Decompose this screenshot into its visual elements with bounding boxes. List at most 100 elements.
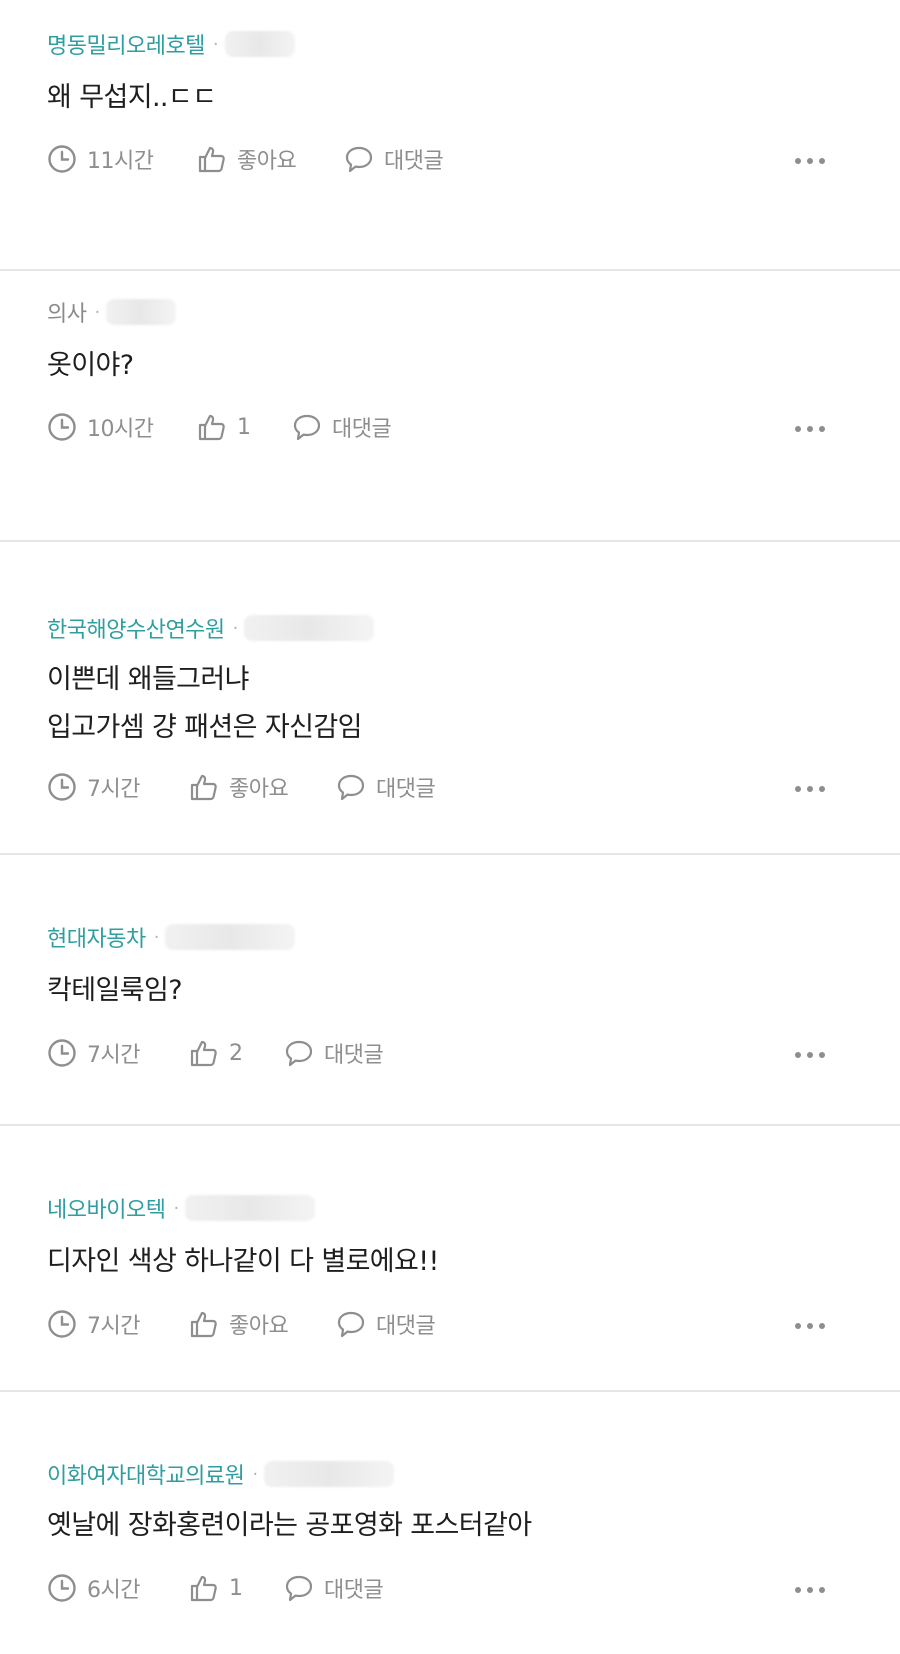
thumbs-up-icon — [198, 146, 225, 173]
speech-bubble-icon — [293, 414, 321, 441]
author-name[interactable]: 현대자동차 — [47, 921, 146, 953]
author-row: 네오바이오텍 · — [47, 1190, 316, 1226]
clock-icon — [48, 1310, 76, 1338]
clock-icon — [48, 145, 76, 173]
timestamp: 10시간 — [47, 411, 197, 443]
author-row: 이화여자대학교의료원 · — [47, 1456, 395, 1492]
more-dots-icon[interactable] — [795, 141, 825, 181]
author-row: 의사 · — [47, 294, 177, 330]
comment-item: 현대자동차 · 칵테일룩임? 7시간 2 대댓글 — [0, 855, 900, 1126]
comment-text: 칵테일룩임? — [47, 975, 183, 1006]
reply-button[interactable]: 대댓글 — [292, 411, 392, 443]
separator-dot: · — [212, 33, 219, 55]
reply-label: 대댓글 — [376, 777, 436, 802]
author-name[interactable]: 이화여자대학교의료원 — [47, 1458, 245, 1490]
separator-dot: · — [94, 301, 101, 323]
timestamp-label: 6시간 — [87, 1578, 140, 1603]
speech-bubble-icon — [285, 1575, 313, 1602]
reply-label: 대댓글 — [324, 1043, 384, 1068]
comment-actions: 6시간 1 대댓글 — [47, 1568, 384, 1608]
like-label: 좋아요 — [229, 1314, 289, 1339]
thumbs-up-icon — [198, 414, 225, 441]
author-name[interactable]: 한국해양수산연수원 — [47, 612, 225, 644]
timestamp-label: 7시간 — [87, 1314, 140, 1339]
timestamp: 6시간 — [47, 1572, 189, 1604]
like-button[interactable]: 2 — [189, 1038, 284, 1068]
more-dots-icon[interactable] — [795, 1570, 825, 1610]
speech-bubble-icon — [285, 1040, 313, 1067]
timestamp: 7시간 — [47, 1037, 189, 1069]
author-row: 한국해양수산연수원 · — [47, 610, 375, 646]
timestamp: 11시간 — [47, 143, 197, 175]
timestamp: 7시간 — [47, 1308, 189, 1340]
separator-dot: · — [252, 1463, 259, 1485]
thumbs-up-icon — [190, 1311, 217, 1338]
comment-feed: 명동밀리오레호텔 · 왜 무섭지..ㄷㄷ 11시간 좋아요 대댓글 의사 · 옷… — [0, 0, 900, 1654]
timestamp-label: 10시간 — [87, 417, 154, 442]
like-button[interactable]: 좋아요 — [189, 771, 336, 803]
more-dots-icon[interactable] — [795, 769, 825, 809]
thumbs-up-icon — [190, 774, 217, 801]
reply-button[interactable]: 대댓글 — [284, 1037, 384, 1069]
more-dots-icon[interactable] — [795, 1035, 825, 1075]
reply-label: 대댓글 — [332, 417, 392, 442]
thumbs-up-icon — [190, 1575, 217, 1602]
speech-bubble-icon — [337, 774, 365, 801]
comment-text: 디자인 색상 하나같이 다 별로에요!! — [47, 1246, 439, 1277]
reply-label: 대댓글 — [376, 1314, 436, 1339]
comment-text: 왜 무섭지..ㄷㄷ — [47, 82, 217, 113]
clock-icon — [48, 1574, 76, 1602]
like-label: 좋아요 — [229, 777, 289, 802]
reply-button[interactable]: 대댓글 — [284, 1572, 384, 1604]
blurred-nickname — [165, 924, 296, 950]
timestamp-label: 11시간 — [87, 149, 154, 174]
reply-button[interactable]: 대댓글 — [336, 1308, 436, 1340]
author-name[interactable]: 네오바이오텍 — [47, 1192, 166, 1224]
author-name[interactable]: 명동밀리오레호텔 — [47, 28, 205, 60]
like-button[interactable]: 좋아요 — [197, 143, 344, 175]
reply-button[interactable]: 대댓글 — [344, 143, 444, 175]
author-name[interactable]: 의사 — [47, 296, 87, 328]
thumbs-up-icon — [190, 1040, 217, 1067]
blurred-nickname — [264, 1461, 395, 1487]
comment-actions: 7시간 2 대댓글 — [47, 1033, 384, 1073]
speech-bubble-icon — [337, 1311, 365, 1338]
clock-icon — [48, 413, 76, 441]
blurred-nickname — [185, 1195, 316, 1221]
like-button[interactable]: 1 — [189, 1573, 284, 1603]
comment-actions: 7시간 좋아요 대댓글 — [47, 767, 436, 807]
comment-item: 명동밀리오레호텔 · 왜 무섭지..ㄷㄷ 11시간 좋아요 대댓글 — [0, 0, 900, 271]
comment-text: 옷이야? — [47, 350, 134, 381]
reply-button[interactable]: 대댓글 — [336, 771, 436, 803]
like-count: 1 — [237, 414, 251, 440]
timestamp-label: 7시간 — [87, 1043, 140, 1068]
comment-actions: 7시간 좋아요 대댓글 — [47, 1304, 436, 1344]
like-button[interactable]: 좋아요 — [189, 1308, 336, 1340]
clock-icon — [48, 773, 76, 801]
author-row: 명동밀리오레호텔 · — [47, 26, 295, 62]
comment-item: 한국해양수산연수원 · 이쁜데 왜들그러냐 입고가셈 걍 패션은 자신감임 7시… — [0, 542, 900, 855]
comment-text: 옛날에 장화홍련이라는 공포영화 포스터같아 — [47, 1510, 532, 1541]
comment-actions: 10시간 1 대댓글 — [47, 407, 392, 447]
reply-label: 대댓글 — [324, 1578, 384, 1603]
author-row: 현대자동차 · — [47, 919, 296, 955]
like-count: 2 — [229, 1040, 243, 1066]
comment-actions: 11시간 좋아요 대댓글 — [47, 139, 444, 179]
comment-item: 네오바이오텍 · 디자인 색상 하나같이 다 별로에요!! 7시간 좋아요 대댓… — [0, 1126, 900, 1392]
reply-label: 대댓글 — [384, 149, 444, 174]
separator-dot: · — [232, 617, 239, 639]
more-dots-icon[interactable] — [795, 1306, 825, 1346]
like-label: 좋아요 — [237, 149, 297, 174]
separator-dot: · — [173, 1197, 180, 1219]
comment-item: 이화여자대학교의료원 · 옛날에 장화홍련이라는 공포영화 포스터같아 6시간 … — [0, 1392, 900, 1654]
like-count: 1 — [229, 1575, 243, 1601]
blurred-nickname — [106, 299, 177, 325]
blurred-nickname — [244, 615, 375, 641]
clock-icon — [48, 1039, 76, 1067]
like-button[interactable]: 1 — [197, 412, 292, 442]
timestamp: 7시간 — [47, 771, 189, 803]
timestamp-label: 7시간 — [87, 777, 140, 802]
speech-bubble-icon — [345, 146, 373, 173]
blurred-nickname — [224, 31, 295, 57]
more-dots-icon[interactable] — [795, 409, 825, 449]
